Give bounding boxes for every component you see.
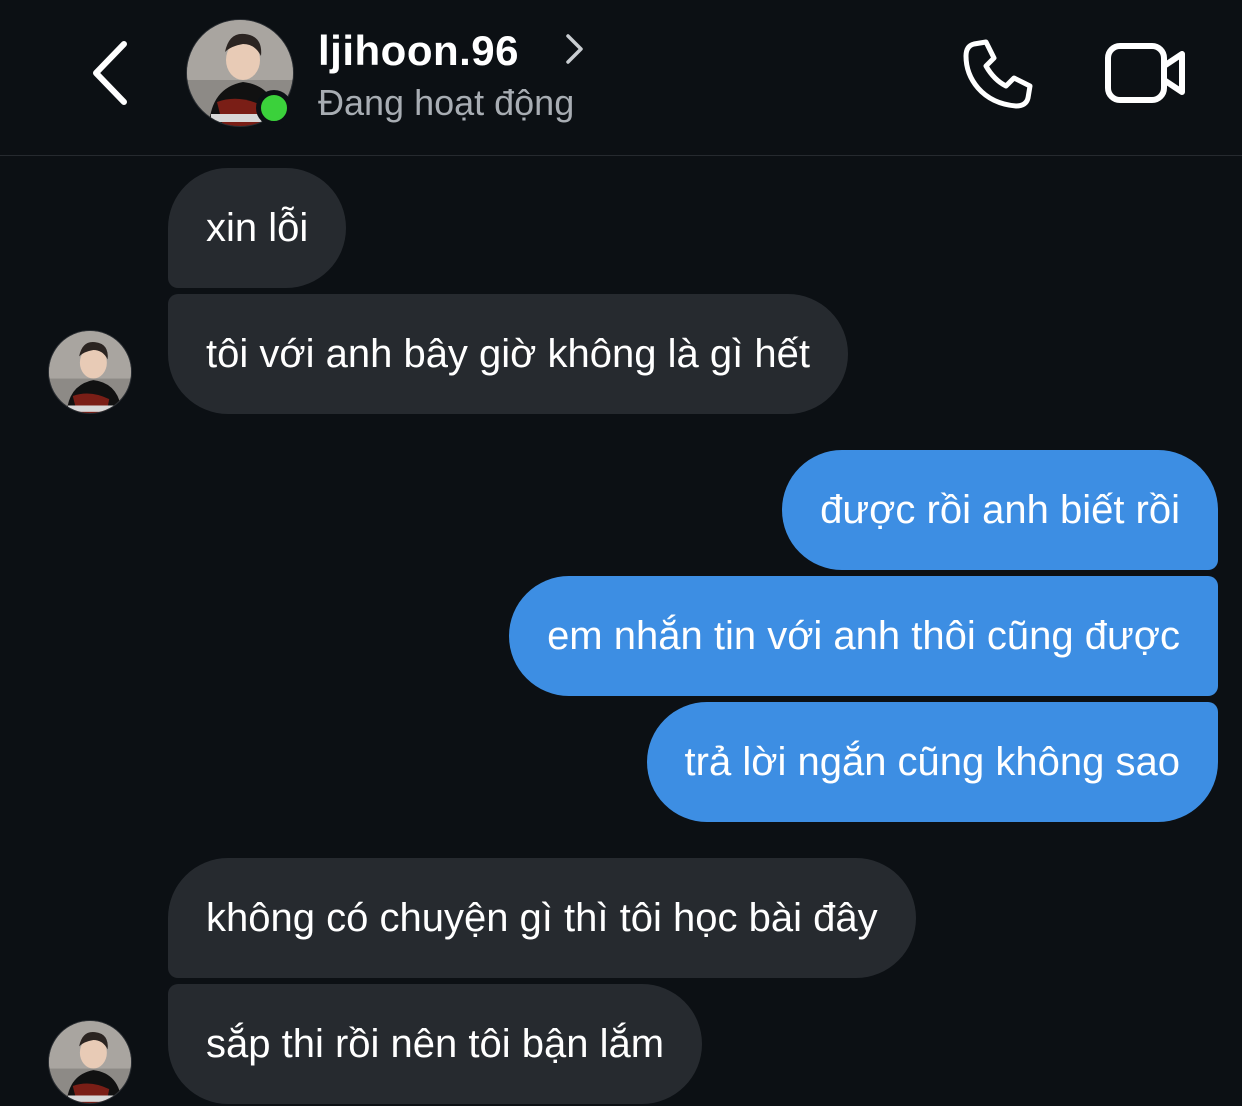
- sender-avatar[interactable]: [48, 330, 132, 414]
- chat-screen: ljihoon.96 Đang hoạt động xin lỗi tôi vớ…: [0, 0, 1242, 1106]
- sender-avatar[interactable]: [48, 1020, 132, 1104]
- chevron-left-icon: [93, 41, 127, 105]
- outgoing-message[interactable]: trả lời ngắn cũng không sao: [646, 702, 1218, 822]
- message-text: sắp thi rồi nên tôi bận lắm: [206, 1022, 665, 1066]
- incoming-message[interactable]: không có chuyện gì thì tôi học bài đây: [168, 858, 916, 978]
- video-camera-icon: [1105, 43, 1185, 103]
- message-text: không có chuyện gì thì tôi học bài đây: [206, 896, 878, 940]
- chevron-right-icon[interactable]: [560, 30, 588, 68]
- back-button[interactable]: [80, 36, 140, 110]
- contact-username[interactable]: ljihoon.96: [318, 24, 519, 78]
- incoming-message[interactable]: sắp thi rồi nên tôi bận lắm: [168, 984, 703, 1104]
- activity-status: Đang hoạt động: [318, 82, 575, 123]
- message-text: tôi với anh bây giờ không là gì hết: [206, 332, 810, 376]
- call-button[interactable]: [960, 36, 1036, 112]
- message-text: được rồi anh biết rồi: [820, 488, 1180, 532]
- phone-icon: [963, 39, 1033, 109]
- outgoing-message[interactable]: em nhắn tin với anh thôi cũng được: [509, 576, 1218, 696]
- chat-header: ljihoon.96 Đang hoạt động: [0, 0, 1242, 156]
- online-status-dot: [256, 90, 292, 126]
- incoming-message[interactable]: xin lỗi: [168, 168, 347, 288]
- incoming-message[interactable]: tôi với anh bây giờ không là gì hết: [168, 294, 848, 414]
- message-text: trả lời ngắn cũng không sao: [684, 740, 1180, 784]
- message-text: xin lỗi: [206, 206, 309, 250]
- message-text: em nhắn tin với anh thôi cũng được: [547, 614, 1180, 658]
- outgoing-message[interactable]: được rồi anh biết rồi: [782, 450, 1218, 570]
- video-call-button[interactable]: [1104, 38, 1188, 108]
